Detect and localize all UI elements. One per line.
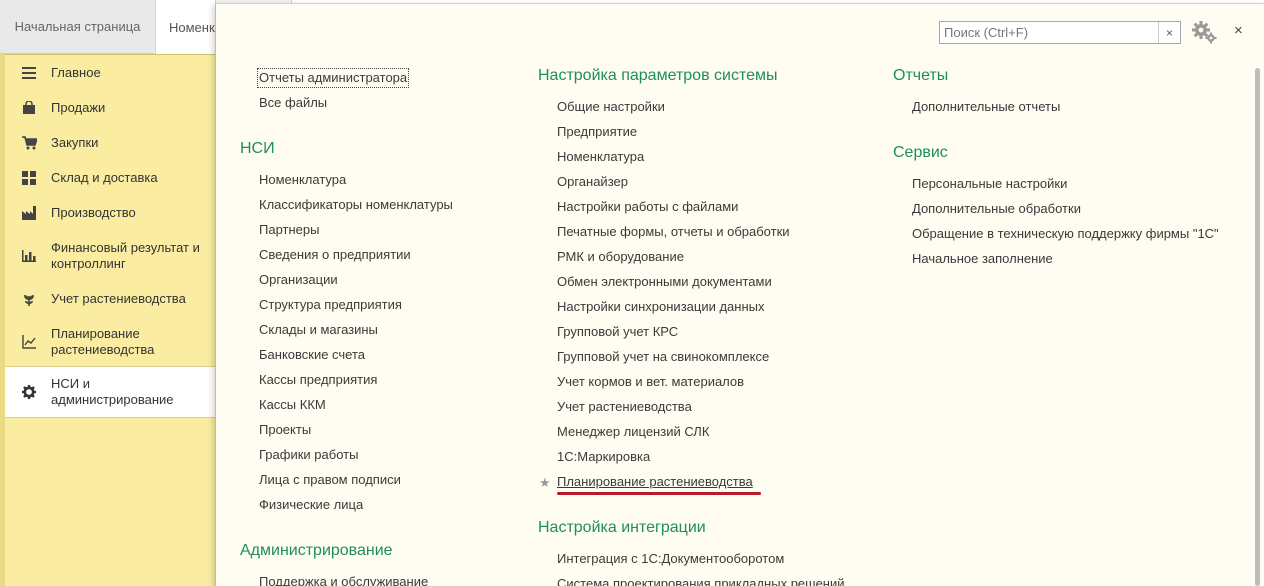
sidebar-item-finance[interactable]: Финансовый результат и контроллинг [5,239,215,273]
link-nsi[interactable]: Физические лица [259,497,363,513]
link-nsi[interactable]: Графики работы [259,447,358,463]
link-params[interactable]: Обмен электронными документами [557,274,772,290]
link-service[interactable]: Дополнительные обработки [912,201,1081,217]
scrollbar[interactable] [1255,68,1260,586]
link-service[interactable]: Персональные настройки [912,176,1067,192]
shopping-bag-icon [22,100,48,116]
link-nsi[interactable]: Структура предприятия [259,297,402,313]
close-button[interactable]: × [1234,22,1243,39]
sidebar-item-main[interactable]: Главное [5,64,215,82]
sidebar-item-crop-planning[interactable]: Планирование растениеводства [5,325,215,359]
link-params[interactable]: Групповой учет КРС [557,324,678,340]
factory-icon [22,205,48,221]
link-params[interactable]: Общие настройки [557,99,665,115]
section-panel [215,3,1264,586]
sidebar-item-label: Склад и доставка [51,170,158,185]
link-reports[interactable]: Дополнительные отчеты [912,99,1060,115]
sidebar-item-label: Главное [51,65,101,80]
search-box: × [939,21,1181,44]
sidebar-item-label: Планирование растениеводства [51,326,155,357]
link-params[interactable]: Предприятие [557,124,637,140]
link-nsi[interactable]: Лица с правом подписи [259,472,401,488]
section-title-integration: Настройка интеграции [538,519,706,536]
link-params[interactable]: Настройки синхронизации данных [557,299,765,315]
menu-lines-icon [22,65,48,81]
section-title-system-params: Настройка параметров системы [538,67,778,84]
link-nsi[interactable]: Проекты [259,422,311,438]
section-title-reports: Отчеты [893,67,949,84]
search-input[interactable] [940,22,1158,43]
link-params[interactable]: Настройки работы с файлами [557,199,738,215]
tab-home-label: Начальная страница [14,19,141,34]
link-service[interactable]: Обращение в техническую поддержку фирмы … [912,226,1219,242]
link-params[interactable]: Менеджер лицензий СЛК [557,424,709,440]
highlight-underline [557,492,761,495]
tab-nomenclature[interactable]: Номенклатура [156,0,216,54]
link-params[interactable]: Органайзер [557,174,628,190]
grid-icon [22,170,48,186]
sidebar-item-nsi-admin[interactable]: НСИ и администрирование [5,366,215,418]
clear-search-button[interactable]: × [1158,22,1180,43]
cart-icon [22,135,48,151]
link-nsi[interactable]: Кассы ККМ [259,397,326,413]
sidebar-item-crop-accounting[interactable]: Учет растениеводства [5,290,215,308]
link-nsi[interactable]: Организации [259,272,338,288]
link-integration[interactable]: Интеграция с 1С:Документооборотом [557,551,784,567]
link-admin-reports[interactable]: Отчеты администратора [256,68,410,88]
link-params[interactable]: Печатные формы, отчеты и обработки [557,224,790,240]
tab-nomenclature-label: Номенклатура [169,19,215,35]
section-title-service: Сервис [893,144,948,161]
bar-chart-icon [22,248,48,264]
link-nsi[interactable]: Кассы предприятия [259,372,377,388]
settings-gear-icon[interactable] [1192,20,1218,47]
line-chart-icon [22,334,48,350]
gear-icon [22,384,48,400]
link-nsi[interactable]: Классификаторы номенклатуры [259,197,453,213]
sidebar-item-label: Продажи [51,100,106,115]
section-title-admin: Администрирование [240,542,393,559]
sidebar-item-sales[interactable]: Продажи [5,99,215,117]
link-nsi[interactable]: Склады и магазины [259,322,378,338]
link-params[interactable]: Групповой учет на свинокомплексе [557,349,769,365]
link-admin[interactable]: Поддержка и обслуживание [259,574,428,586]
link-all-files[interactable]: Все файлы [259,95,327,111]
plant-icon [22,291,48,307]
sidebar-item-label: Закупки [51,135,99,150]
link-nsi[interactable]: Банковские счета [259,347,365,363]
sidebar-item-production[interactable]: Производство [5,204,215,222]
favorite-star-icon[interactable]: ★ [539,475,551,491]
link-params[interactable]: Учет растениеводства [557,399,692,415]
link-nsi[interactable]: Номенклатура [259,172,346,188]
link-params[interactable]: РМК и оборудование [557,249,684,265]
sidebar-item-warehouse[interactable]: Склад и доставка [5,169,215,187]
link-nsi[interactable]: Сведения о предприятии [259,247,411,263]
link-crop-planning[interactable]: Планирование растениеводства [557,474,753,490]
sidebar-item-label: Учет растениеводства [51,291,186,306]
section-title-nsi: НСИ [240,140,275,157]
link-service[interactable]: Начальное заполнение [912,251,1053,267]
tab-home[interactable]: Начальная страница [0,0,156,54]
link-params[interactable]: Учет кормов и вет. материалов [557,374,744,390]
link-params[interactable]: 1С:Маркировка [557,449,650,465]
sidebar-item-purchases[interactable]: Закупки [5,134,215,152]
link-integration[interactable]: Система проектирования прикладных решени… [557,576,845,586]
link-params[interactable]: Номенклатура [557,149,644,165]
sidebar-item-label: Финансовый результат и контроллинг [51,240,200,271]
sidebar-item-label: НСИ и администрирование [51,376,174,407]
sidebar-item-label: Производство [51,205,136,220]
link-nsi[interactable]: Партнеры [259,222,319,238]
